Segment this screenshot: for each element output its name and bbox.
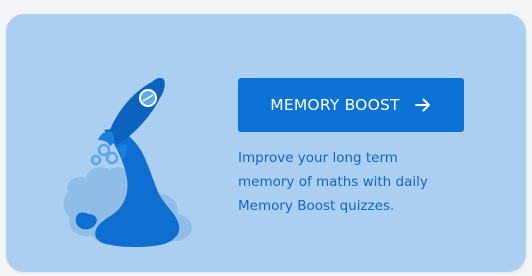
memory-boost-button[interactable]: MEMORY BOOST [238,78,464,132]
description-line: Memory Boost quizzes. [238,198,395,214]
rocket-body [110,77,165,144]
memory-boost-button-label: MEMORY BOOST [270,96,400,114]
memory-boost-card: MEMORY BOOST Improve your long term memo… [6,14,526,272]
memory-boost-description: Improve your long term memory of maths w… [238,146,478,218]
arrow-right-icon [414,98,430,112]
rocket-launch-illustration [63,77,192,247]
rocket-fin [98,131,115,146]
description-line: memory of maths with daily [238,174,428,190]
rocket-nozzles [90,143,119,166]
description-line: Improve your long term [238,150,398,166]
